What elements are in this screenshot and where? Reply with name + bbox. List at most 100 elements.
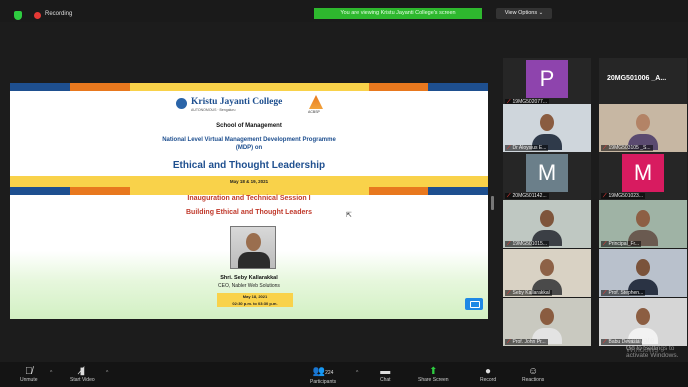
slide-stripe [428, 83, 488, 91]
video-options-chevron-icon[interactable]: ^ [106, 370, 108, 376]
slide-stripe [308, 83, 369, 91]
college-name: Kristu Jayanti College [191, 97, 283, 107]
participant-name: Dr Aloysius E... [512, 145, 547, 151]
slide-top-stripes [10, 83, 488, 91]
slide-stripe [308, 187, 369, 195]
session-time: 02:30 p.m. to 03:30 p.m. [232, 301, 278, 306]
participant-tile[interactable]: ⟋ 19MG503105 _S... [599, 104, 687, 152]
participant-tile[interactable]: P ⟋ 19MG502077... [503, 58, 591, 106]
participant-tile[interactable]: ⟋ 19MG501015... [503, 200, 591, 248]
muted-mic-icon: ⟋ [603, 145, 607, 151]
speaker-role: CEO, Nabler Web Solutions [218, 283, 280, 289]
slide-stripe [368, 83, 429, 91]
accreditation-logo-icon [309, 95, 323, 109]
college-emblem-icon [176, 98, 187, 109]
participants-label: Participants [310, 379, 337, 385]
programme-line-1: National Level Virtual Management Develo… [162, 137, 336, 143]
event-dates: May 18 & 19, 2021 [229, 179, 269, 184]
record-button[interactable]: ● Record [480, 366, 496, 383]
participant-tile[interactable]: ⟋ Prof. John Pr... [503, 298, 591, 346]
participant-avatar-initial: M [622, 154, 664, 192]
muted-mic-icon: ⟋ [507, 241, 511, 247]
muted-mic-icon: ⟋ [603, 339, 607, 345]
participant-name-label: ⟋ 19MG501015... [505, 241, 549, 247]
muted-mic-icon: ⟋ [603, 241, 607, 247]
participant-tile[interactable]: ⟋ Principal_Fr... [599, 200, 687, 248]
slide-stripe [10, 83, 70, 91]
session-title-line-1: Inauguration and Technical Session I [187, 195, 311, 202]
zoom-meeting-window: Recording You are viewing Kristu Jayanti… [0, 0, 688, 387]
participant-avatar-initial: M [526, 154, 568, 192]
muted-mic-icon: ⟋ [507, 339, 511, 345]
participant-tile[interactable]: ⟋ Seby Kallarakkal [503, 249, 591, 297]
muted-mic-icon: 🎙̸ [25, 366, 33, 377]
participants-button[interactable]: 👥224 Participants [310, 366, 336, 385]
slide-stripe [69, 187, 130, 195]
video-off-icon: ▮̸ [79, 366, 86, 377]
participant-tile[interactable]: ⟋ Dr Aloysius E... [503, 104, 591, 152]
recording-dot-icon [34, 12, 41, 19]
session-time-box: May 18, 2021 02:30 p.m. to 03:30 p.m. [217, 293, 293, 307]
unmute-button[interactable]: 🎙̸ Unmute [20, 366, 38, 383]
slide-stripe [249, 83, 309, 91]
session-title-line-2: Building Ethical and Thought Leaders [185, 209, 312, 216]
chat-button[interactable]: ▬ Chat [380, 366, 391, 383]
slide-stripe [129, 83, 190, 91]
slide-stripe [368, 187, 429, 195]
speaker-name: Shri. Seby Kallarakkal [220, 275, 278, 281]
participant-name-label: ⟋ Prof. Stephen... [601, 290, 646, 296]
participant-name: 19MG501015... [512, 241, 547, 247]
participant-name-label: ⟋ 19MG503105 _S... [601, 145, 653, 151]
slide-stripe [428, 187, 488, 195]
participant-tile[interactable]: M ⟋ 20MG501142... [503, 152, 591, 200]
slide-stripe [129, 187, 190, 195]
share-screen-label: Share Screen [418, 377, 449, 383]
programme-line-2: (MDP) on [235, 145, 263, 151]
muted-mic-icon: ⟋ [603, 290, 607, 296]
participant-tile[interactable]: ⟋ Prof. Stephen... [599, 249, 687, 297]
participant-name-label: ⟋ Seby Kallarakkal [505, 290, 552, 296]
slide-view-icon[interactable] [465, 298, 483, 310]
audio-options-chevron-icon[interactable]: ^ [50, 370, 52, 376]
participant-name-label: ⟋ 19MG501023... [601, 193, 645, 199]
meeting-controls: 🎙̸ Unmute ^ ▮̸ Start Video ^ 👥224 Partic… [0, 362, 688, 387]
slide-stripe [189, 187, 249, 195]
share-screen-icon: ⬆ [429, 366, 438, 377]
activate-windows-hint: Go to Settings to activate Windows. [626, 345, 679, 359]
muted-mic-icon: ⟋ [603, 193, 607, 199]
view-options-button[interactable]: View Options ⌄ [496, 8, 552, 19]
participant-name: 19MG501023... [608, 193, 643, 199]
participant-name-placeholder: 20MG501006 _A... [607, 75, 667, 82]
participants-options-chevron-icon[interactable]: ^ [356, 370, 358, 376]
session-date: May 18, 2021 [242, 294, 268, 299]
reactions-label: Reactions [522, 377, 545, 383]
participant-tile[interactable]: M ⟋ 19MG501023... [599, 152, 687, 200]
participant-name-label: ⟋ Prof. John Pr... [505, 339, 548, 345]
recording-label: Recording [45, 11, 73, 17]
programme-title: National Level Virtual Management Develo… [10, 136, 488, 152]
unmute-label: Unmute [20, 377, 38, 383]
slide-stripe [189, 83, 249, 91]
participant-name: 20MG501142... [512, 193, 547, 199]
participant-tile[interactable]: 20MG501006 _A... [599, 58, 687, 106]
participant-name: Prof. Stephen... [608, 290, 644, 296]
speaker-photo [230, 226, 276, 269]
muted-mic-icon: ⟋ [507, 193, 511, 199]
muted-mic-icon: ⟋ [507, 290, 511, 296]
college-logo-row: Kristu Jayanti College AUTONOMOUS · Beng… [10, 91, 488, 115]
programme-topic: Ethical and Thought Leadership [172, 160, 326, 171]
start-video-button[interactable]: ▮̸ Start Video [70, 366, 95, 383]
screen-share-banner: You are viewing Kristu Jayanti College's… [314, 8, 482, 19]
participant-name: Prof. John Pr... [512, 339, 546, 345]
meeting-top-bar: Recording You are viewing Kristu Jayanti… [0, 0, 688, 22]
participant-name-label: ⟋ Principal_Fr... [601, 241, 642, 247]
record-label: Record [480, 377, 497, 383]
session-details: Inauguration and Technical Session I Bui… [10, 195, 488, 319]
security-shield-icon[interactable] [14, 11, 22, 20]
reactions-button[interactable]: ☺ Reactions [522, 366, 544, 383]
chat-icon: ▬ [380, 366, 391, 377]
split-view-drag-handle[interactable] [491, 196, 494, 210]
start-video-label: Start Video [70, 377, 95, 383]
share-screen-button[interactable]: ⬆ Share Screen [418, 366, 449, 383]
participant-avatar-initial: P [526, 60, 568, 98]
